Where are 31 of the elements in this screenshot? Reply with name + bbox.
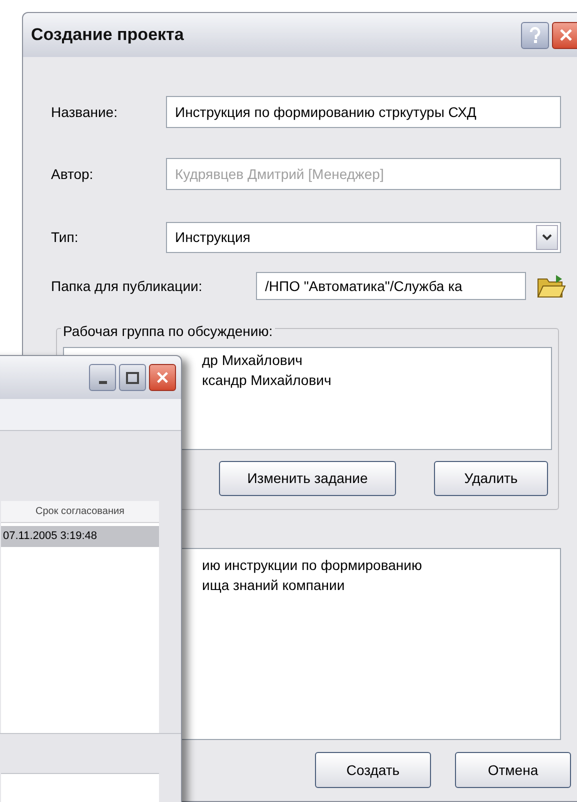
dialog-button[interactable]: Создать bbox=[315, 752, 431, 788]
table-cell-text: 07.11.2005 3:19:48 bbox=[3, 529, 97, 544]
question-icon bbox=[529, 27, 541, 43]
close-icon bbox=[156, 371, 169, 384]
close-button[interactable] bbox=[149, 364, 176, 391]
close-button[interactable] bbox=[552, 22, 577, 48]
member-item[interactable]: др Михайлович bbox=[202, 350, 551, 370]
field-label: Папка для публикации: bbox=[51, 276, 204, 296]
window-title: Создание проекта bbox=[31, 24, 184, 46]
chevron-down-icon bbox=[536, 225, 558, 250]
minimize-button[interactable] bbox=[89, 364, 116, 391]
text-field[interactable]: Инструкция по формированию стркутуры СХД bbox=[166, 96, 561, 128]
column-header[interactable]: Срок согласования bbox=[1, 501, 159, 523]
folder-path-field[interactable]: /НПО "Автоматика"/Служба ка bbox=[256, 272, 526, 300]
maximize-icon bbox=[126, 372, 139, 384]
table-row[interactable]: 07.11.2005 3:19:48 bbox=[1, 526, 159, 547]
close-icon bbox=[559, 28, 573, 42]
description-line: ища знаний компании bbox=[202, 576, 346, 595]
help-button[interactable] bbox=[521, 22, 549, 48]
member-item[interactable]: ксандр Михайлович bbox=[202, 370, 551, 390]
description-line: ию инструкции по формированию bbox=[202, 556, 423, 575]
minimize-icon bbox=[98, 381, 106, 384]
folder-open-icon[interactable] bbox=[536, 273, 566, 299]
type-dropdown[interactable]: Инструкция bbox=[166, 222, 561, 253]
dialog-button[interactable]: Отмена bbox=[455, 752, 571, 788]
field-label: Автор: bbox=[51, 164, 94, 184]
field-label: Тип: bbox=[51, 228, 80, 247]
group-action-button[interactable]: Удалить bbox=[434, 461, 548, 496]
maximize-button[interactable] bbox=[119, 364, 146, 391]
field-label: Название: bbox=[51, 102, 118, 122]
group-action-button[interactable]: Изменить задание bbox=[219, 461, 396, 496]
